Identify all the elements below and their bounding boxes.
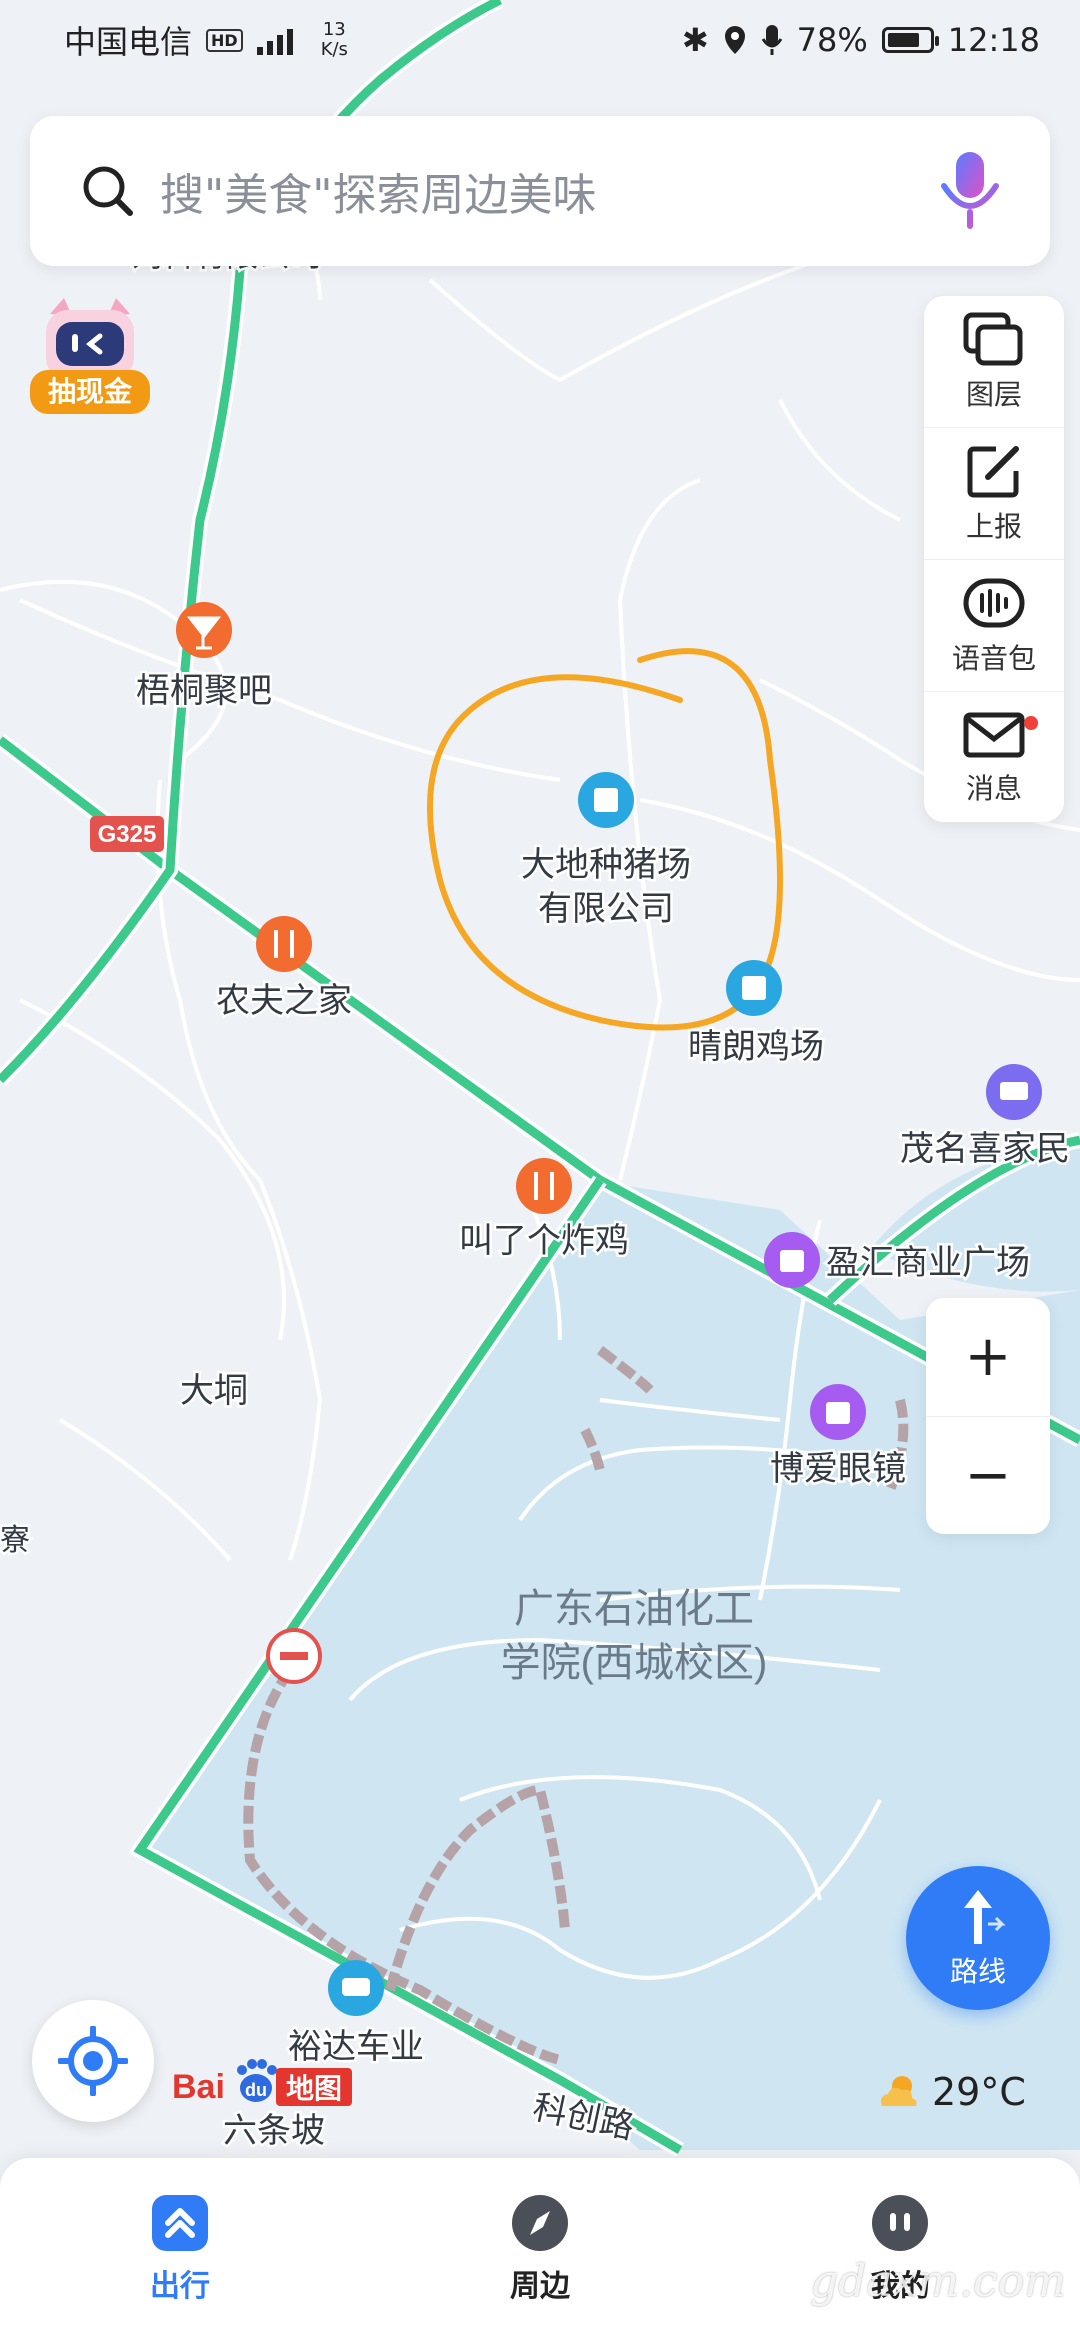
svg-text:G325: G325	[98, 821, 157, 848]
network-speed: 13 K/s	[320, 19, 348, 60]
compass-icon	[512, 2195, 568, 2251]
poi-marker-boai	[810, 1384, 866, 1440]
route-button[interactable]: 路线	[906, 1866, 1050, 2010]
label-dadi-line2: 有限公司	[538, 890, 674, 928]
microphone-icon	[761, 25, 782, 55]
label-nongfu: 农夫之家	[216, 982, 352, 1020]
search-icon	[83, 166, 133, 216]
svg-text:du: du	[245, 2080, 267, 2100]
label-dadi-line1: 大地种猪场	[521, 846, 691, 884]
mail-icon	[963, 712, 1025, 757]
carrier-label: 中国电信	[64, 23, 193, 61]
locate-icon	[58, 2026, 128, 2096]
watermark: gdaxm.com	[810, 2256, 1066, 2307]
label-yinghui: 盈汇商业广场	[826, 1244, 1030, 1282]
label-jiaole: 叫了个炸鸡	[459, 1222, 629, 1260]
map-tools-panel: 图层 上报 语音包 消息	[924, 296, 1064, 822]
profile-icon	[872, 2195, 928, 2251]
voice-pack-button[interactable]: 语音包	[924, 559, 1064, 691]
hd-icon: HD	[206, 28, 243, 52]
status-bar: 中国电信 HD 13 K/s ✱ 78% 12:18	[0, 0, 1080, 80]
poi-marker-dadi	[578, 772, 634, 828]
zoom-in-button[interactable]: +	[926, 1298, 1050, 1416]
label-maoming: 茂名喜家民	[900, 1130, 1070, 1168]
bottom-tab-bar: 出行 周边 我的	[0, 2158, 1080, 2340]
poi-marker-wutong	[176, 602, 232, 658]
label-datong: 大垌	[180, 1372, 248, 1410]
travel-icon	[152, 2195, 208, 2251]
partly-cloudy-icon	[880, 2076, 917, 2106]
messages-button[interactable]: 消息	[924, 691, 1064, 823]
label-campus-line2: 学院(西城校区)	[501, 1641, 768, 1685]
poi-marker-qinglang	[726, 960, 782, 1016]
zoom-out-button[interactable]: −	[926, 1415, 1050, 1535]
poi-marker-no-entry	[266, 1628, 322, 1684]
signal-icon	[256, 29, 293, 55]
svg-text:Bai: Bai	[172, 2068, 225, 2106]
edit-icon	[967, 445, 1019, 497]
label-wutong: 梧桐聚吧	[136, 672, 272, 710]
poi-marker-yuda	[328, 1960, 384, 2016]
poi-marker-yinghui	[764, 1232, 820, 1288]
battery-percent: 78%	[796, 21, 868, 59]
tab-nearby[interactable]: 周边	[440, 2193, 640, 2305]
layers-button[interactable]: 图层	[924, 296, 1064, 427]
map-canvas[interactable]: G325 饲料有限公司	[0, 0, 1080, 2340]
layers-icon	[963, 312, 1023, 365]
label-liutiaopo: 六条坡	[223, 2112, 325, 2150]
svg-text:地图: 地图	[286, 2073, 342, 2104]
battery-icon	[881, 27, 939, 53]
cash-reward-badge[interactable]: 抽现金	[28, 294, 152, 420]
label-edge-left: 寮	[0, 1524, 30, 1557]
baidu-map-logo: Bai du 地图	[172, 2059, 352, 2106]
cash-badge-label: 抽现金	[48, 375, 133, 407]
poi-marker-jiaole	[516, 1158, 572, 1214]
search-placeholder[interactable]: 搜"美食"探索周边美味	[160, 159, 930, 223]
clock: 12:18	[947, 21, 1040, 59]
zoom-controls: + −	[926, 1298, 1050, 1534]
route-arrow-icon	[964, 1890, 1006, 1944]
label-boai: 博爱眼镜	[770, 1450, 906, 1488]
voice-search-icon[interactable]	[930, 146, 1010, 236]
tab-travel[interactable]: 出行	[80, 2193, 280, 2305]
voice-pack-icon	[963, 578, 1025, 627]
location-icon	[724, 26, 745, 54]
report-button[interactable]: 上报	[924, 427, 1064, 559]
label-campus-line1: 广东石油化工	[514, 1587, 754, 1631]
road-badge-g325: G325	[90, 816, 164, 852]
my-location-button[interactable]	[32, 2000, 154, 2122]
unread-dot	[1024, 716, 1038, 730]
label-qinglang: 晴朗鸡场	[688, 1028, 824, 1066]
poi-marker-maoming	[986, 1064, 1042, 1120]
poi-marker-nongfu	[256, 916, 312, 972]
weather-widget[interactable]: 29°C	[876, 2070, 1026, 2114]
search-bar[interactable]: 搜"美食"探索周边美味	[30, 116, 1050, 266]
temperature: 29°C	[932, 2070, 1026, 2114]
bluetooth-icon: ✱	[681, 21, 709, 59]
